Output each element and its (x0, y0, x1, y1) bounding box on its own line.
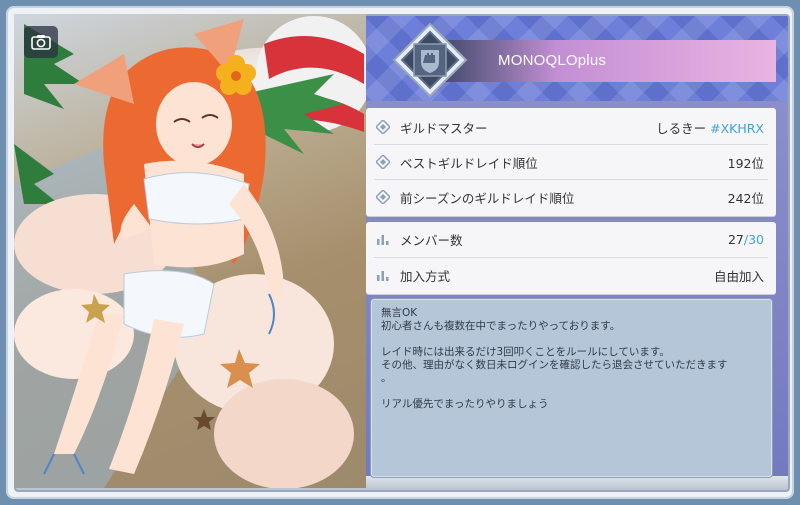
join-method-row: 加入方式 自由加入 (366, 258, 776, 292)
member-count-max: 30 (748, 231, 764, 247)
screenshot-button[interactable] (24, 26, 58, 58)
bar-chart-icon (377, 271, 389, 281)
last-season-rank-row: 前シーズンのギルドレイド順位 242位 (366, 180, 776, 214)
guild-master-name: しるきー (656, 120, 707, 136)
guild-name-banner (440, 40, 776, 82)
guild-name: MONOQLOplus (498, 52, 607, 69)
member-count-current: 27 (727, 231, 744, 247)
best-raid-rank-label: ベストギルドレイド順位 (400, 155, 538, 171)
bar-chart-icon (377, 235, 389, 245)
member-count-label: メンバー数 (400, 232, 463, 248)
join-method-label: 加入方式 (400, 268, 451, 284)
last-season-rank-value: 242位 (727, 190, 764, 206)
guild-description: 無言OK 初心者さんも複数在中でまったりやっております。 レイド時には出来るだけ… (381, 307, 728, 410)
member-card: メンバー数 27/30 加入方式 自由加入 (366, 222, 776, 294)
guild-master-value[interactable]: しるきー #XKHRX (656, 118, 764, 137)
guild-master-row: ギルドマスター しるきー #XKHRX (366, 110, 776, 144)
join-method-value: 自由加入 (713, 268, 764, 284)
diamond-bullet-icon (376, 155, 390, 169)
last-season-rank-label: 前シーズンのギルドレイド順位 (400, 190, 575, 206)
guild-emblem-icon (392, 22, 468, 98)
camera-icon (31, 35, 51, 50)
diamond-bullet-icon (376, 190, 390, 204)
member-count-row: メンバー数 27/30 (366, 222, 776, 256)
guild-master-tag: #XKHRX (710, 120, 764, 136)
diamond-bullet-icon (376, 120, 390, 134)
character-illustration (14, 16, 366, 488)
member-count-value: 27/30 (728, 232, 764, 247)
guild-emblem (392, 22, 468, 98)
best-raid-rank-value: 192位 (727, 155, 764, 171)
guild-artwork (14, 14, 366, 488)
guild-info-card: ギルドマスター しるきー #XKHRX ベストギルドレイド順位 192位 前シー… (366, 108, 776, 216)
best-raid-rank-row: ベストギルドレイド順位 192位 (366, 145, 776, 179)
guild-master-label: ギルドマスター (400, 120, 488, 136)
guild-description-box[interactable]: 無言OK 初心者さんも複数在中でまったりやっております。 レイド時には出来るだけ… (370, 298, 773, 478)
